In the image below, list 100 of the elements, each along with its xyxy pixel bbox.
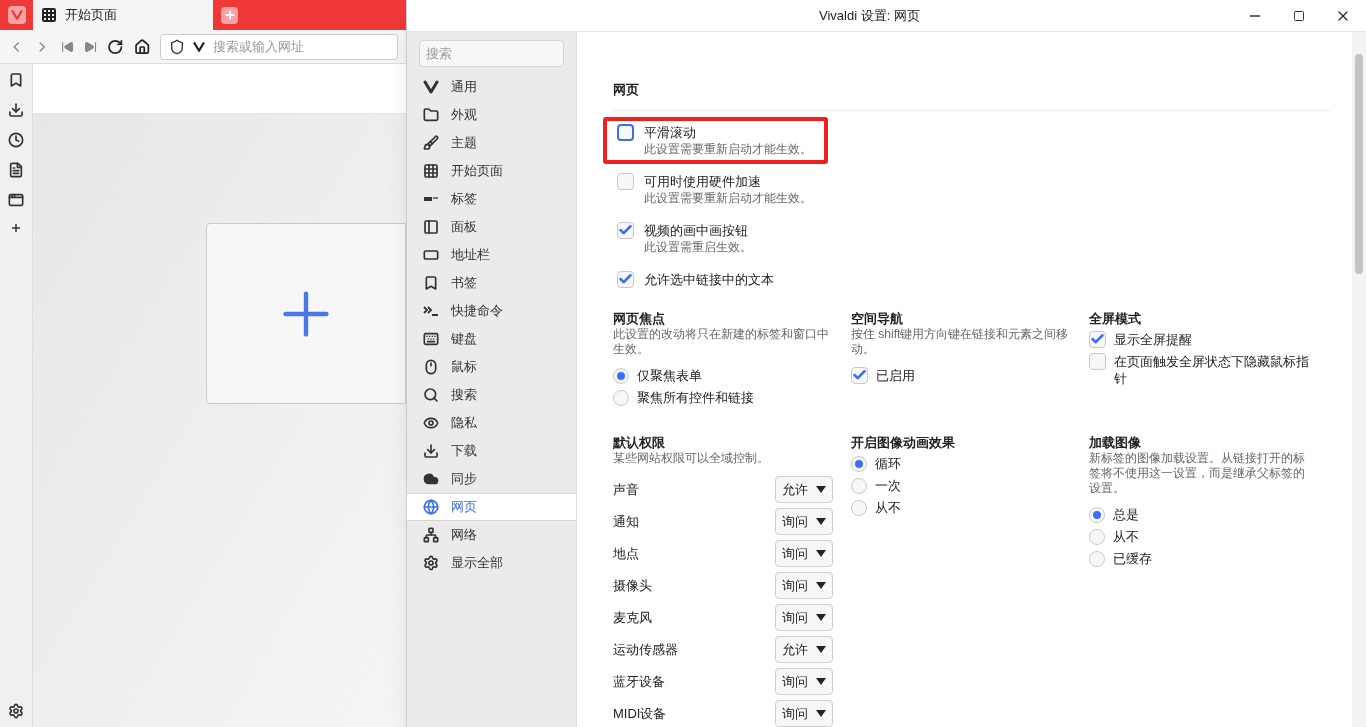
category-label: 隐私 — [451, 414, 477, 433]
radio-button[interactable] — [1089, 506, 1105, 523]
checkbox[interactable] — [617, 123, 634, 141]
scrollbar-thumb[interactable] — [1355, 54, 1363, 274]
settings-category[interactable]: 面板 — [407, 213, 576, 241]
checkbox[interactable] — [617, 270, 634, 288]
vivaldi-logo-icon — [192, 40, 205, 53]
settings-category[interactable]: 通用 — [407, 73, 576, 101]
group-title: 默认权限 — [613, 434, 666, 451]
radio-button[interactable] — [613, 389, 629, 406]
notes-icon[interactable] — [8, 162, 24, 178]
browser-tab[interactable]: 开始页面 — [33, 0, 213, 30]
option-label: 显示全屏提醒 — [1114, 330, 1192, 348]
permission-dropdown[interactable]: 允许 — [775, 636, 833, 663]
option-label: 从不 — [1113, 527, 1139, 546]
bookmark-icon[interactable] — [8, 72, 24, 88]
radio-button[interactable] — [1089, 550, 1105, 567]
permission-dropdown[interactable]: 询问 — [775, 700, 833, 727]
option-label: 已启用 — [876, 366, 915, 384]
settings-category[interactable]: 同步 — [407, 465, 576, 493]
category-label: 开始页面 — [451, 162, 503, 181]
settings-category[interactable]: 快捷命令 — [407, 297, 576, 325]
option-label: 总是 — [1113, 505, 1139, 524]
group-title: 加载图像 — [1089, 434, 1142, 451]
radio-button[interactable] — [851, 499, 867, 516]
address-bar-icon — [423, 247, 439, 263]
group-description: 按住 shift键用方向键在链接和元素之间移动。 — [851, 326, 1070, 357]
globe-icon — [423, 499, 439, 515]
permission-label: MIDI设备 — [613, 704, 667, 723]
settings-search-field[interactable]: 搜索 — [419, 40, 564, 67]
speed-dial-add-tile[interactable] — [206, 223, 406, 404]
settings-category[interactable]: 主题 — [407, 129, 576, 157]
dropdown-caret-icon — [816, 614, 826, 621]
panel-icon — [423, 219, 439, 235]
permission-label: 摄像头 — [613, 576, 652, 595]
category-label: 通用 — [451, 78, 477, 97]
checkbox[interactable] — [851, 366, 868, 384]
permission-dropdown[interactable]: 询问 — [775, 508, 833, 535]
clock-icon[interactable] — [8, 132, 24, 148]
permission-dropdown[interactable]: 询问 — [775, 540, 833, 567]
option-label: 从不 — [875, 498, 901, 517]
settings-category[interactable]: 搜索 — [407, 381, 576, 409]
settings-category[interactable]: 地址栏 — [407, 241, 576, 269]
settings-category[interactable]: 开始页面 — [407, 157, 576, 185]
radio-button[interactable] — [851, 477, 867, 494]
dropdown-caret-icon — [816, 646, 826, 653]
category-label: 显示全部 — [451, 554, 503, 573]
group-title: 空间导航 — [851, 310, 904, 327]
radio-button[interactable] — [613, 367, 629, 384]
add-panel-icon[interactable] — [10, 222, 22, 234]
settings-category[interactable]: 标签 — [407, 185, 576, 213]
dropdown-caret-icon — [816, 550, 826, 557]
permission-dropdown[interactable]: 询问 — [775, 572, 833, 599]
option-label: 在页面触发全屏状态下隐藏鼠标指针 — [1114, 352, 1310, 387]
group-description: 某些网站权限可以全域控制。 — [613, 450, 770, 466]
brush-icon — [423, 135, 439, 151]
category-label: 快捷命令 — [451, 302, 503, 321]
settings-category[interactable]: 书签 — [407, 269, 576, 297]
radio-button[interactable] — [1089, 528, 1105, 545]
settings-category[interactable]: 下载 — [407, 437, 576, 465]
permission-label: 通知 — [613, 512, 639, 531]
permission-label: 声音 — [613, 480, 639, 499]
dropdown-caret-icon — [816, 518, 826, 525]
settings-category[interactable]: 键盘 — [407, 325, 576, 353]
dropdown-caret-icon — [816, 710, 826, 717]
settings-category[interactable]: 网络 — [407, 521, 576, 549]
setting-label: 可用时使用硬件加速 — [644, 172, 762, 190]
settings-category[interactable]: 鼠标 — [407, 353, 576, 381]
category-label: 地址栏 — [451, 246, 490, 265]
maximize-icon[interactable] — [1293, 9, 1305, 22]
settings-category[interactable]: 隐私 — [407, 409, 576, 437]
tab-title: 开始页面 — [65, 6, 117, 25]
checkbox[interactable] — [1089, 352, 1106, 370]
group-description: 此设置的改动将只在新建的标签和窗口中生效。 — [613, 326, 830, 357]
category-label: 键盘 — [451, 330, 477, 349]
setting-hint: 此设置需要重新启动才能生效。 — [644, 140, 812, 157]
permission-dropdown[interactable]: 询问 — [775, 668, 833, 695]
permission-label: 蓝牙设备 — [613, 672, 665, 691]
download-icon[interactable] — [8, 102, 24, 118]
category-label: 面板 — [451, 218, 477, 237]
checkbox[interactable] — [617, 172, 634, 190]
settings-category[interactable]: 外观 — [407, 101, 576, 129]
home-icon[interactable] — [133, 36, 150, 57]
settings-category[interactable]: 网页 — [407, 493, 576, 521]
setting-hint: 此设置需要重新启动才能生效。 — [644, 189, 812, 206]
permission-dropdown[interactable]: 允许 — [775, 476, 833, 503]
radio-button[interactable] — [851, 455, 867, 472]
category-label: 主题 — [451, 134, 477, 153]
grid-icon — [41, 7, 57, 23]
window-title: Vivaldi 设置: 网页 — [819, 6, 920, 25]
settings-icon[interactable] — [8, 703, 24, 719]
permission-dropdown[interactable]: 询问 — [775, 604, 833, 631]
checkbox[interactable] — [617, 221, 634, 239]
folder-icon — [423, 107, 439, 123]
new-tab-button[interactable] — [221, 6, 238, 24]
settings-category[interactable]: 显示全部 — [407, 549, 576, 577]
address-bar[interactable]: 搜索或输入网址 — [159, 33, 398, 60]
window-icon[interactable] — [8, 192, 24, 208]
checkbox[interactable] — [1089, 330, 1106, 348]
option-label: 仅聚焦表单 — [637, 366, 702, 385]
